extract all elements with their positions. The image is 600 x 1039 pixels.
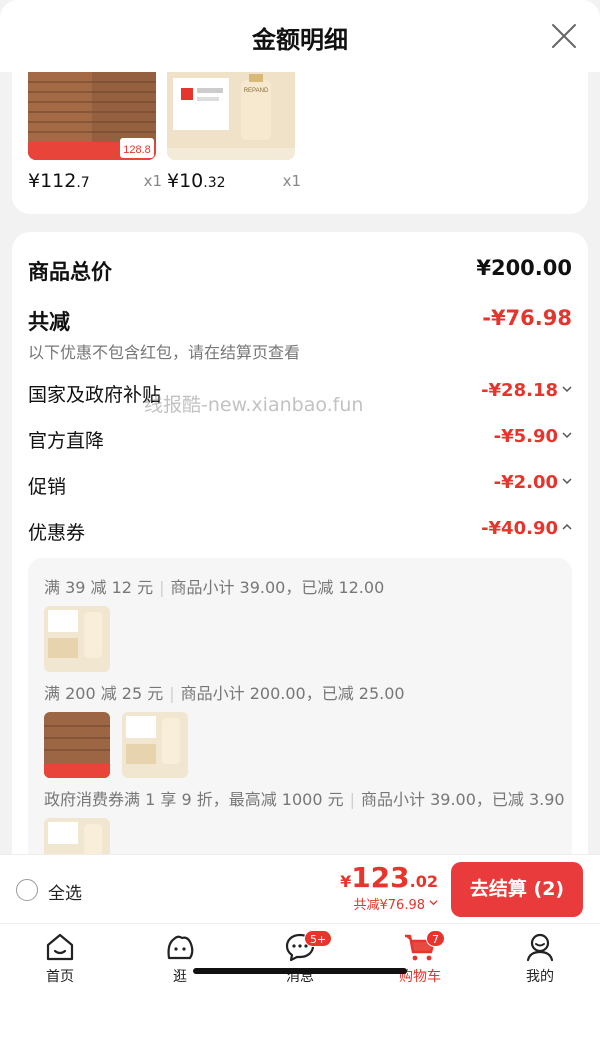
product-qty: x1 xyxy=(282,172,301,190)
select-all-label[interactable]: 全选 xyxy=(48,879,82,904)
cart-badge: 7 xyxy=(426,930,445,947)
product-thumbnail-mat: 128.8 xyxy=(28,72,156,160)
tab-label: 首页 xyxy=(46,969,74,985)
home-icon xyxy=(46,933,74,961)
discount-total-label: 共减 xyxy=(28,310,70,334)
close-icon[interactable] xyxy=(550,22,578,50)
total-price-value: ¥200.00 xyxy=(476,256,572,280)
discount-label: 优惠券 xyxy=(28,522,86,544)
tab-messages[interactable]: 5+ 消息 xyxy=(260,930,340,986)
coupon-product-thumbnail xyxy=(44,712,110,778)
total-amount: ¥123.02 共减¥76.98 xyxy=(340,861,438,913)
coupon-product-thumbnail xyxy=(44,606,110,672)
discount-value: -¥40.90 xyxy=(481,518,558,539)
discount-label: 官方直降 xyxy=(28,430,105,452)
discount-note: 以下优惠不包含红包，请在结算页查看 xyxy=(28,343,301,362)
chevron-down-icon[interactable] xyxy=(562,384,572,394)
coupon-product-thumbnail xyxy=(122,712,188,778)
product-item[interactable]: 128.8 ¥112.7 x1 xyxy=(28,72,162,192)
sheet-header: 金额明细 xyxy=(0,0,600,72)
chevron-down-icon[interactable] xyxy=(562,476,572,486)
product-list: 128.8 ¥112.7 x1 REPAND ¥10.32 x1 xyxy=(12,72,588,214)
checkout-button[interactable]: 去结算 (2) xyxy=(451,862,583,917)
coupon-rule: 政府消费券满 1 享 9 折，最高减 1000 元 | 商品小计 39.00，已减 … xyxy=(44,790,565,809)
bottom-tab-bar: 首页 逛 5+ 消息 7 购物车 我的 xyxy=(0,923,600,993)
tab-profile[interactable]: 我的 xyxy=(500,932,580,986)
profile-icon xyxy=(526,933,554,962)
message-badge: 5+ xyxy=(304,930,333,947)
product-qty: x1 xyxy=(143,172,162,190)
home-indicator xyxy=(193,968,407,974)
product-price: ¥10.32 xyxy=(167,170,226,192)
discount-label: 促销 xyxy=(28,476,67,498)
product-price: ¥112.7 xyxy=(28,170,90,192)
coupon-rule: 满 39 减 12 元 | 商品小计 39.00，已减 12.00 xyxy=(44,578,385,597)
watermark-text: 线报酷-new.xianbao.fun xyxy=(144,394,364,416)
discount-value: -¥5.90 xyxy=(493,426,558,447)
discount-label: 国家及政府补贴 xyxy=(28,384,162,406)
tab-home[interactable]: 首页 xyxy=(20,932,100,986)
chevron-up-icon[interactable] xyxy=(562,522,572,532)
total-price-label: 商品总价 xyxy=(28,260,112,284)
discount-total-value: -¥76.98 xyxy=(482,306,572,330)
tab-browse[interactable]: 逛 xyxy=(140,932,220,986)
tab-label: 我的 xyxy=(526,969,554,985)
page-title: 金额明细 xyxy=(252,26,348,54)
product-thumbnail-bottle: REPAND xyxy=(167,72,295,160)
svg-text:REPAND: REPAND xyxy=(244,88,269,94)
discount-value: -¥2.00 xyxy=(493,472,558,493)
coupon-rule: 满 200 减 25 元 | 商品小计 200.00，已减 25.00 xyxy=(44,684,405,703)
checkout-bar: 全选 ¥123.02 共减¥76.98 去结算 (2) 首页 逛 5+ 消息 7… xyxy=(0,854,600,1039)
thumb-price-tag: 128.8 xyxy=(123,144,151,156)
chevron-down-icon xyxy=(429,900,438,906)
amount-detail-card: 商品总价 ¥200.00 共减 -¥76.98 以下优惠不包含红包，请在结算页查… xyxy=(12,232,588,872)
coupon-detail-panel: 满 39 减 12 元 | 商品小计 39.00，已减 12.00 满 200 减 … xyxy=(28,558,572,872)
browse-icon xyxy=(167,935,194,960)
product-item[interactable]: REPAND ¥10.32 x1 xyxy=(167,72,301,192)
discount-value: -¥28.18 xyxy=(481,380,558,401)
select-all-checkbox[interactable] xyxy=(16,879,38,901)
tab-cart[interactable]: 7 购物车 xyxy=(380,930,460,986)
total-saved[interactable]: 共减¥76.98 xyxy=(340,894,438,913)
chevron-down-icon[interactable] xyxy=(562,430,572,440)
